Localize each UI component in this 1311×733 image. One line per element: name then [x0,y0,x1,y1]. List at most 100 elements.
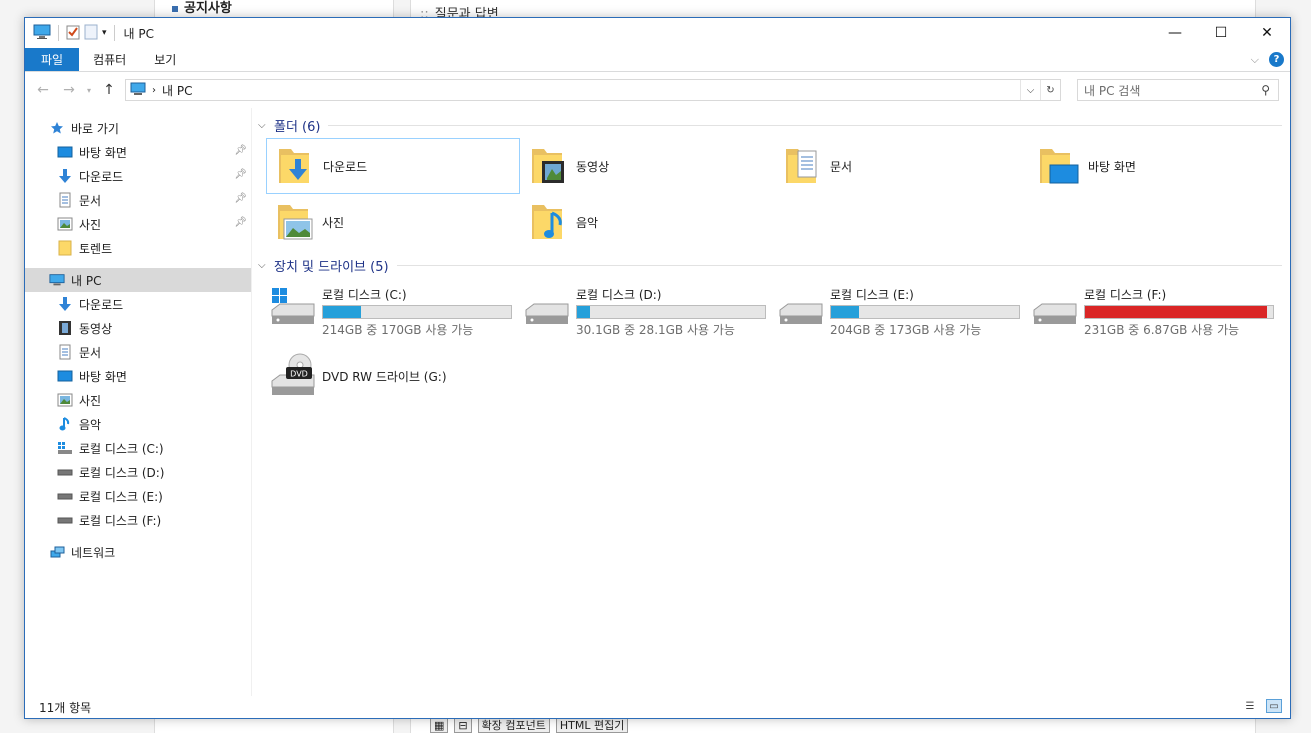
sidebar-label: 사진 [79,393,102,408]
sidebar-item-drive-c[interactable]: 로컬 디스크 (C:) [25,436,251,460]
sidebar-item-music[interactable]: 음악 [25,412,251,436]
folder-pictures[interactable]: 사진 [266,194,520,250]
layout-icon[interactable]: ⊟ [454,717,472,733]
title-bar[interactable]: ▾ 내 PC — ☐ ✕ [25,18,1290,48]
picture-folder-icon [274,199,314,246]
sidebar-item-documents[interactable]: 문서 [25,340,251,364]
sidebar-item-pictures[interactable]: 사진 [25,388,251,412]
desktop-folder-icon [1036,143,1080,190]
picture-icon [57,392,73,408]
sidebar-item-desktop[interactable]: 바탕 화면 [25,364,251,388]
sidebar-label: 로컬 디스크 (F:) [79,513,162,528]
expand-ribbon-icon[interactable]: ⌵ [1251,53,1259,67]
windows-drive-icon [270,286,316,331]
tab-file[interactable]: 파일 [25,48,80,71]
collapse-chevron-icon[interactable]: ⌵ [258,120,274,131]
drive-info: 로컬 디스크 (D:) 30.1GB 중 28.1GB 사용 가능 [576,286,766,338]
recent-dropdown-icon[interactable]: ▾ [85,86,93,95]
pin-icon[interactable]: 📌︎ [234,169,247,180]
folder-label: 동영상 [576,159,610,174]
sidebar-item-downloads-quick[interactable]: 다운로드 📌︎ [25,164,251,188]
background-notice-link[interactable]: 공지사항 [172,0,232,16]
tab-view[interactable]: 보기 [140,48,190,71]
sidebar-item-torrent[interactable]: 토렌트 [25,236,251,260]
sidebar-label: 네트워크 [71,545,116,560]
this-pc-icon [33,24,51,43]
pin-icon[interactable]: 📌︎ [234,193,247,204]
folders-group-header[interactable]: ⌵ 폴더 (6) [258,114,1282,136]
status-bar: 11개 항목 ☰ ▭ [25,696,1290,718]
quick-access-toolbar: ▾ [25,24,118,43]
back-arrow-icon[interactable]: ← [33,82,53,98]
tab-computer[interactable]: 컴퓨터 [79,48,140,71]
breadcrumb-chevron-icon[interactable]: › [152,85,156,96]
close-button[interactable]: ✕ [1244,18,1290,48]
refresh-icon[interactable]: ↻ [1040,80,1060,100]
drive-icon [778,286,824,331]
table-icon[interactable]: ▦ [430,717,449,733]
breadcrumb-this-pc[interactable]: 내 PC [162,82,192,99]
folders-header-label: 폴더 (6) [274,119,321,135]
this-pc-icon [49,272,65,288]
drive-c[interactable]: 로컬 디스크 (C:) 214GB 중 170GB 사용 가능 [266,280,520,344]
drive-free-space: 30.1GB 중 28.1GB 사용 가능 [576,323,735,337]
sidebar-item-this-pc[interactable]: 내 PC [25,268,251,292]
sidebar-item-drive-e[interactable]: 로컬 디스크 (E:) [25,484,251,508]
search-placeholder: 내 PC 검색 [1084,83,1141,98]
search-icon[interactable]: ⚲ [1261,83,1270,97]
forward-arrow-icon[interactable]: → [59,82,79,98]
drive-f[interactable]: 로컬 디스크 (F:) 231GB 중 6.87GB 사용 가능 [1028,280,1282,344]
html-editor-button[interactable]: HTML 편집기 [555,717,629,733]
ribbon-tabs: 파일 컴퓨터 보기 ⌵ ? [25,48,1290,72]
new-folder-icon[interactable] [84,24,98,43]
drive-e[interactable]: 로컬 디스크 (E:) 204GB 중 173GB 사용 가능 [774,280,1028,344]
sidebar-item-network[interactable]: 네트워크 [25,540,251,564]
properties-icon[interactable] [66,24,80,43]
up-arrow-icon[interactable]: ↑ [99,82,119,98]
sidebar-item-drive-d[interactable]: 로컬 디스크 (D:) [25,460,251,484]
extension-button[interactable]: 확장 컴포넌트 [477,717,550,733]
search-input[interactable]: 내 PC 검색 ⚲ [1077,79,1279,101]
help-icon[interactable]: ? [1269,52,1284,67]
sidebar-label: 바탕 화면 [79,369,127,384]
picture-icon [57,216,73,232]
drive-icon [57,464,73,480]
music-icon [57,416,73,432]
pin-icon[interactable]: 📌︎ [234,217,247,228]
folder-music[interactable]: 음악 [520,194,774,250]
drive-d[interactable]: 로컬 디스크 (D:) 30.1GB 중 28.1GB 사용 가능 [520,280,774,344]
drives-group-header[interactable]: ⌵ 장치 및 드라이브 (5) [258,254,1282,276]
windows-drive-icon [57,440,73,456]
drive-dvd[interactable]: DVD DVD RW 드라이브 (G:) [266,344,520,408]
folder-desktop[interactable]: 바탕 화면 [1028,138,1282,194]
pin-icon[interactable]: 📌︎ [234,145,247,156]
sidebar-item-videos[interactable]: 동영상 [25,316,251,340]
sidebar-item-desktop-quick[interactable]: 바탕 화면 📌︎ [25,140,251,164]
folder-downloads[interactable]: 다운로드 [266,138,520,194]
folder-label: 사진 [322,215,345,230]
drive-label: 로컬 디스크 (C:) [322,288,407,302]
sidebar-label: 동영상 [79,321,113,336]
large-icons-view-icon[interactable]: ▭ [1266,699,1282,713]
sidebar-label: 음악 [79,417,102,432]
folder-videos[interactable]: 동영상 [520,138,774,194]
drive-icon [1032,286,1078,331]
ribbon-right-controls: ⌵ ? [1251,52,1284,67]
address-bar[interactable]: › 내 PC ⌵ ↻ [125,79,1061,101]
sidebar-item-drive-f[interactable]: 로컬 디스크 (F:) [25,508,251,532]
sidebar-item-pictures-quick[interactable]: 사진 📌︎ [25,212,251,236]
document-folder-icon [782,143,822,190]
document-icon [57,344,73,360]
sidebar-item-downloads[interactable]: 다운로드 [25,292,251,316]
address-history-dropdown-icon[interactable]: ⌵ [1020,80,1040,100]
minimize-button[interactable]: — [1152,18,1198,48]
dvd-badge: DVD [290,369,308,378]
maximize-button[interactable]: ☐ [1198,18,1244,48]
customize-dropdown-icon[interactable]: ▾ [102,28,107,38]
network-icon [49,544,65,560]
folder-documents[interactable]: 문서 [774,138,1028,194]
collapse-chevron-icon[interactable]: ⌵ [258,260,274,271]
details-view-icon[interactable]: ☰ [1242,699,1258,713]
sidebar-item-documents-quick[interactable]: 문서 📌︎ [25,188,251,212]
sidebar-item-quick-access[interactable]: 바로 가기 [25,116,251,140]
